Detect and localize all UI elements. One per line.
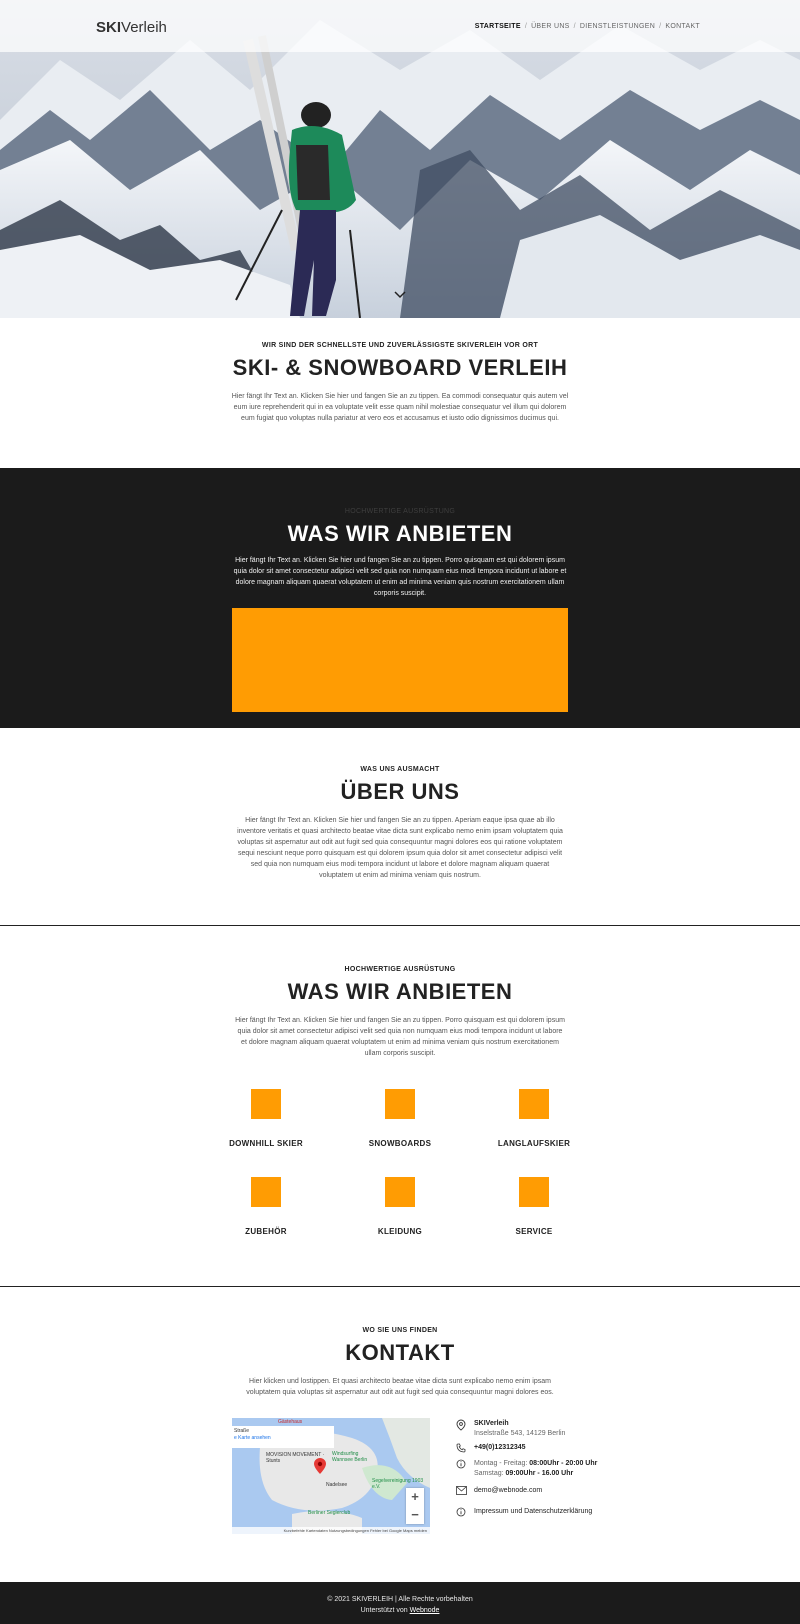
contact-text: Hier klicken und lostippen. Et quasi arc… [246, 1378, 554, 1396]
map-info-card: Straße e Karte ansehen [232, 1426, 334, 1448]
main-nav: STARTSEITE / ÜBER UNS / DIENSTLEISTUNGEN… [471, 23, 704, 30]
service-label: LANGLAUFSKIER [497, 1139, 571, 1148]
service-icon [519, 1089, 549, 1119]
top-navigation-bar: SKIVerleih STARTSEITE / ÜBER UNS / DIENS… [0, 0, 800, 52]
map-label: Nadelsee [326, 1482, 348, 1488]
about-text: Hier fängt Ihr Text an. Klicken Sie hier… [237, 817, 563, 879]
address-text: Inselstraße 543, 14129 Berlin [474, 1430, 566, 1437]
contact-section: WO SIE UNS FINDEN KONTAKT Hier klicken u… [0, 1327, 800, 1398]
service-icon [519, 1177, 549, 1207]
chevron-down-icon[interactable] [393, 290, 407, 300]
offer-section: HOCHWERTIGE AUSRÜSTUNG WAS WIR ANBIETEN … [0, 966, 800, 1059]
zoom-in-button[interactable]: + [406, 1488, 424, 1506]
contact-title: KONTAKT [345, 1340, 455, 1365]
logo-bold-text: SKI [96, 19, 122, 36]
phone-icon [456, 1443, 466, 1453]
map-label: Windsurfing Wannsee Berlin [332, 1451, 368, 1463]
offer-dark-section: HOCHWERTIGE AUSRÜSTUNG WAS WIR ANBIETEN … [0, 468, 800, 728]
service-label: KLEIDUNG [377, 1227, 423, 1236]
service-label: ZUBEHÖR [245, 1227, 287, 1236]
offer-title: WAS WIR ANBIETEN [287, 979, 513, 1004]
company-name: SKIVerleih [474, 1420, 509, 1427]
site-footer: © 2021 SKIVERLEIH | Alle Rechte vorbehal… [0, 1582, 800, 1624]
contact-eyebrow: WO SIE UNS FINDEN [362, 1327, 438, 1334]
about-title: ÜBER UNS [340, 779, 460, 804]
service-label: DOWNHILL SKIER [229, 1139, 303, 1148]
about-section: WAS UNS AUSMACHT ÜBER UNS Hier fängt Ihr… [0, 766, 800, 881]
hours-value-saturday: 09:00Uhr - 16.00 Uhr [505, 1470, 574, 1477]
webnode-link[interactable]: Webnode [410, 1607, 440, 1614]
service-label: SERVICE [515, 1227, 553, 1236]
phone-number[interactable]: +49(0)12312345 [474, 1443, 614, 1453]
contact-legal[interactable]: Impressum und Datenschutzerklärung [456, 1507, 626, 1519]
offer-dark-eyebrow: HOCHWERTIGE AUSRÜSTUNG [344, 508, 456, 515]
service-item-langlaufskier[interactable]: LANGLAUFSKIER [474, 1089, 594, 1148]
copyright-text: © 2021 SKIVERLEIH | Alle Rechte vorbehal… [327, 1596, 473, 1603]
contact-phone[interactable]: +49(0)12312345 [456, 1443, 616, 1455]
service-item-service[interactable]: SERVICE [474, 1177, 594, 1236]
email-icon [456, 1486, 467, 1495]
powered-by: Unterstützt von Webnode [0, 1605, 800, 1616]
map-zoom-controls: + − [406, 1488, 424, 1524]
service-icon [251, 1089, 281, 1119]
about-eyebrow: WAS UNS AUSMACHT [360, 766, 440, 773]
map-label: Gästehaus [278, 1419, 303, 1425]
service-item-snowboards[interactable]: SNOWBOARDS [340, 1089, 460, 1148]
info-icon [456, 1459, 466, 1469]
service-item-kleidung[interactable]: KLEIDUNG [340, 1177, 460, 1236]
email-link[interactable]: demo@webnode.com [474, 1486, 614, 1496]
nav-item-startseite[interactable]: STARTSEITE [471, 23, 525, 30]
service-icon [251, 1177, 281, 1207]
service-label: SNOWBOARDS [368, 1139, 432, 1148]
logo-light-text: Verleih [121, 19, 167, 36]
intro-eyebrow: WIR SIND DER SCHNELLSTE UND ZUVERLÄSSIGS… [261, 342, 539, 349]
map-view-larger-link[interactable]: e Karte ansehen [234, 1435, 332, 1442]
intro-section: WIR SIND DER SCHNELLSTE UND ZUVERLÄSSIGS… [0, 342, 800, 424]
service-item-downhill-skier[interactable]: DOWNHILL SKIER [206, 1089, 326, 1148]
legal-link[interactable]: Impressum und Datenschutzerklärung [474, 1507, 624, 1517]
service-icon [385, 1089, 415, 1119]
contact-hours: Montag - Freitag: 08:00Uhr - 20:00 Uhr S… [456, 1459, 626, 1481]
service-icon [385, 1177, 415, 1207]
zoom-out-button[interactable]: − [406, 1506, 424, 1524]
location-pin-icon [456, 1419, 466, 1431]
map-info-title: Straße [234, 1428, 250, 1434]
contact-email[interactable]: demo@webnode.com [456, 1486, 616, 1498]
hours-label-weekdays: Montag - Freitag: [474, 1460, 528, 1467]
hero-banner: SKIVerleih STARTSEITE / ÜBER UNS / DIENS… [0, 0, 800, 318]
hours-label-saturday: Samstag: [474, 1470, 504, 1477]
contact-address: SKIVerleih Inselstraße 543, 14129 Berlin [456, 1419, 616, 1443]
intro-text: Hier fängt Ihr Text an. Klicken Sie hier… [231, 393, 569, 422]
orange-media-block [232, 608, 568, 712]
section-divider [0, 925, 800, 926]
site-logo[interactable]: SKIVerleih [96, 19, 167, 36]
hours-value-weekdays: 08:00Uhr - 20:00 Uhr [529, 1460, 598, 1467]
offer-text: Hier fängt Ihr Text an. Klicken Sie hier… [235, 1017, 565, 1057]
nav-item-dienstleistungen[interactable]: DIENSTLEISTUNGEN [576, 23, 659, 30]
offer-dark-title: WAS WIR ANBIETEN [287, 521, 513, 546]
map-attribution[interactable]: Kurzbefehle Kartendaten Nutzungsbedingun… [232, 1527, 430, 1534]
map-pin-icon[interactable] [314, 1458, 326, 1474]
nav-item-ueber-uns[interactable]: ÜBER UNS [527, 23, 574, 30]
location-map[interactable]: Straße e Karte ansehen Gästehaus MOVISIO… [232, 1418, 430, 1534]
info-icon [456, 1507, 466, 1517]
section-divider [0, 1286, 800, 1287]
intro-title: SKI- & SNOWBOARD VERLEIH [232, 355, 568, 380]
offer-dark-text: Hier fängt Ihr Text an. Klicken Sie hier… [233, 557, 567, 597]
powered-by-prefix: Unterstützt von [360, 1607, 408, 1614]
offer-eyebrow: HOCHWERTIGE AUSRÜSTUNG [344, 966, 456, 973]
nav-item-kontakt[interactable]: KONTAKT [661, 23, 704, 30]
service-item-zubehoer[interactable]: ZUBEHÖR [206, 1177, 326, 1236]
map-label: Berliner Seglerclub [308, 1510, 351, 1516]
